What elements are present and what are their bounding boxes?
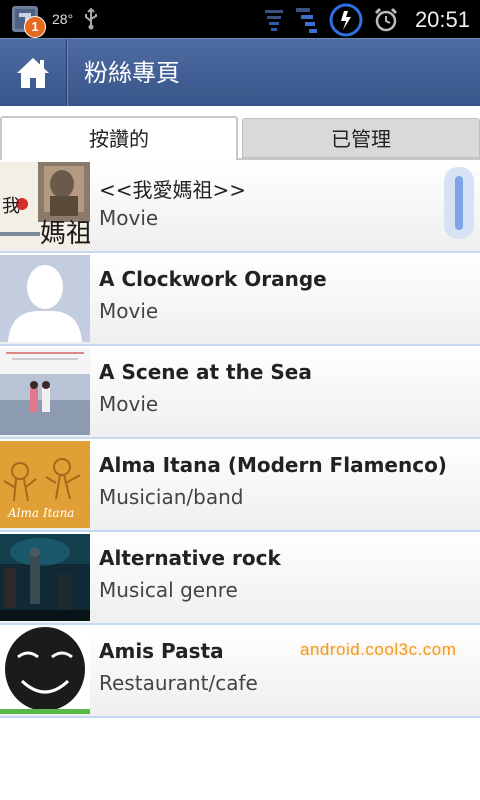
list-item (0, 718, 480, 738)
list-item[interactable]: A Scene at the Sea Movie (0, 346, 480, 439)
page-name: Alternative rock (99, 546, 281, 570)
page-thumbnail (0, 627, 90, 714)
battery-charging-icon (329, 3, 363, 37)
page-category: Musician/band (99, 485, 244, 509)
status-bar: 1 28° 20:51 (0, 0, 480, 38)
home-button[interactable] (0, 39, 67, 107)
facebook-notification-icon[interactable]: 1 (8, 4, 46, 38)
page-thumbnail: 我 媽祖 (0, 162, 90, 249)
svg-text:Alma Itana: Alma Itana (7, 506, 74, 520)
list-item[interactable]: Alma Itana Alma Itana (Modern Flamenco) … (0, 439, 480, 532)
scrollbar-thumb[interactable] (455, 176, 463, 230)
tab-liked[interactable]: 按讚的 (0, 116, 238, 160)
list-item[interactable]: Amis Pasta Restaurant/cafe (0, 625, 480, 718)
page-thumbnail (0, 348, 90, 435)
page-name: A Scene at the Sea (99, 360, 312, 384)
tab-bar: 按讚的 已管理 (0, 106, 480, 160)
page-thumbnail: Alma Itana (0, 441, 90, 528)
page-category: Movie (99, 206, 159, 230)
clock: 20:51 (414, 7, 470, 32)
usb-icon (85, 8, 98, 30)
list-item[interactable]: 我 媽祖 <<我愛媽祖>> Movie (0, 160, 480, 253)
notification-count-badge: 1 (24, 16, 46, 38)
page-title: 粉絲專頁 (84, 59, 180, 87)
page-category: Restaurant/cafe (99, 671, 258, 695)
svg-text:我: 我 (2, 196, 20, 217)
svg-text:媽祖: 媽祖 (40, 219, 90, 249)
wifi-signal-icon (264, 10, 283, 31)
page-name: Alma Itana (Modern Flamenco) (99, 453, 447, 477)
tab-managed[interactable]: 已管理 (242, 118, 480, 158)
page-category: Musical genre (99, 578, 238, 602)
page-name: Amis Pasta (99, 639, 224, 663)
list-item[interactable]: A Clockwork Orange Movie (0, 253, 480, 346)
list-item[interactable]: Alternative rock Musical genre (0, 532, 480, 625)
page-thumbnail (0, 534, 90, 621)
default-avatar-icon (0, 255, 90, 342)
temperature-readout: 28° (52, 11, 74, 27)
watermark: android.cool3c.com (300, 640, 457, 659)
page-name: <<我愛媽祖>> (99, 178, 247, 202)
page-category: Movie (99, 299, 159, 323)
home-icon (17, 58, 49, 88)
alarm-clock-icon (374, 7, 397, 32)
page-category: Movie (99, 392, 159, 416)
page-name: A Clockwork Orange (99, 267, 327, 291)
cell-signal-icon (295, 8, 317, 33)
app-header: 粉絲專頁 (0, 38, 480, 107)
